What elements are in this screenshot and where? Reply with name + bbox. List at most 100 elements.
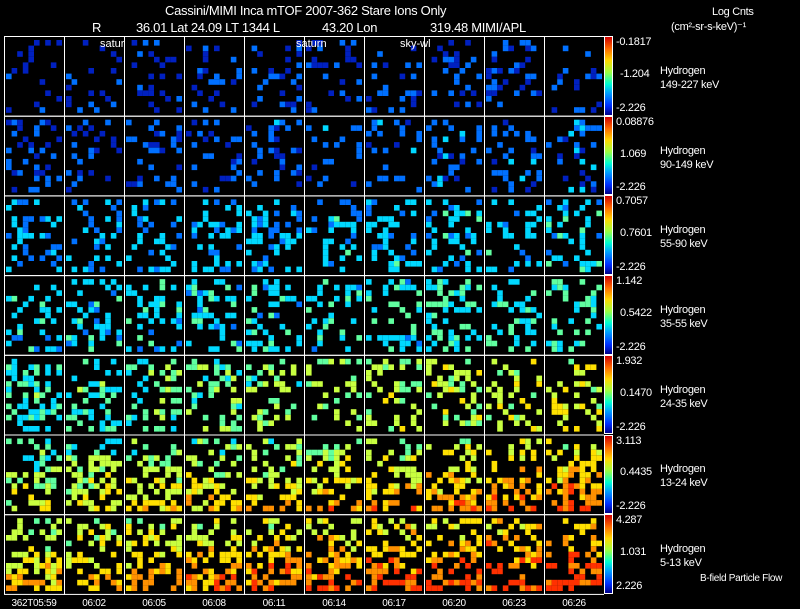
image-panel [244,354,305,436]
pixel-cell [148,164,154,171]
pixel-cell [431,505,438,512]
pixel-cell [110,460,117,467]
pixel-cell [585,381,591,387]
colorbar-mid: 0.4435 [620,466,652,479]
pixel-cell [394,266,400,273]
pixel-cell [296,210,302,217]
pixel-cell [214,261,220,267]
pixel-cell [262,279,269,285]
pixel-cell [71,403,78,410]
pixel-cell [382,488,389,495]
pixel-cell [442,210,449,217]
pixel-cell [176,186,182,193]
pixel-cell [339,79,346,85]
pixel-cell [508,370,514,376]
pixel-cell [454,523,460,530]
pixel-cell [285,221,291,228]
pixel-cell [170,136,177,143]
pixel-cell [399,466,406,473]
image-panel [4,195,65,277]
pixel-cell [154,307,160,313]
pixel-cell [366,477,372,484]
pixel-cell [197,364,203,370]
pixel-cell [34,175,40,182]
pixel-cell [366,409,372,415]
pixel-cell [322,318,329,324]
pixel-cell [371,249,378,256]
pixel-cell [470,398,477,404]
colorbar-max: 1.142 [616,275,643,288]
pixel-cell [454,444,460,450]
pixel-cell [116,340,122,347]
pixel-cell [11,472,18,478]
pixel-cell [290,295,297,302]
pixel-cell [465,563,471,569]
pixel-cell [45,444,51,450]
pixel-cell [202,199,209,205]
pixel-cell [530,392,537,398]
pixel-cell [322,477,329,484]
pixel-cell [366,568,372,575]
pixel-cell [94,455,100,461]
pixel-cell [131,40,138,46]
pixel-cell [551,585,558,591]
pixel-cell [176,477,182,484]
image-panel [244,275,305,356]
pixel-cell [105,96,111,102]
pixel-cell [491,79,498,85]
pixel-cell [546,199,552,205]
pixel-cell [442,420,449,426]
pixel-cell [137,233,143,239]
energy-range: 35-55 keV [660,317,708,330]
pixel-cell [186,45,192,52]
pixel-cell [486,227,492,233]
pixel-cell [568,585,574,591]
pixel-cell [137,574,143,580]
pixel-cell [465,249,471,256]
image-panel [544,434,604,516]
pixel-cell [497,370,503,376]
pixel-cell [251,307,258,313]
pixel-cell [6,500,12,506]
image-panel [124,36,185,117]
pixel-cell [257,216,263,222]
pixel-cell [536,483,542,489]
pixel-cell [126,181,132,187]
pixel-cell [11,585,18,591]
pixel-cell [530,73,537,80]
pixel-cell [382,505,389,512]
pixel-cell [454,551,460,558]
pixel-cell [519,466,526,473]
pixel-cell [502,500,509,506]
pixel-cell [442,56,449,63]
pixel-cell [416,409,422,415]
pixel-cell [388,557,394,563]
pixel-cell [530,136,537,143]
pixel-cell [366,130,372,137]
pixel-cell [214,358,220,365]
pixel-cell [508,505,514,512]
pixel-cell [536,540,542,547]
pixel-cell [246,568,252,575]
pixel-cell [426,301,432,308]
pixel-cell [536,90,542,96]
pixel-cell [34,364,40,370]
pixel-cell [491,505,498,512]
pixel-cell [426,358,432,365]
pixel-cell [202,312,209,319]
pixel-cell [191,266,198,273]
pixel-cell [317,488,323,495]
pixel-cell [236,221,242,228]
pixel-cell [442,136,449,143]
pixel-cell [45,568,51,575]
pixel-cell [416,346,422,352]
pixel-cell [399,175,406,182]
pixel-cell [159,505,166,512]
pixel-cell [34,563,40,569]
pixel-cell [431,574,438,580]
pixel-cell [82,210,89,217]
pixel-cell [350,181,357,187]
pixel-cell [110,477,117,484]
pixel-cell [350,210,357,217]
pixel-cell [334,449,340,456]
